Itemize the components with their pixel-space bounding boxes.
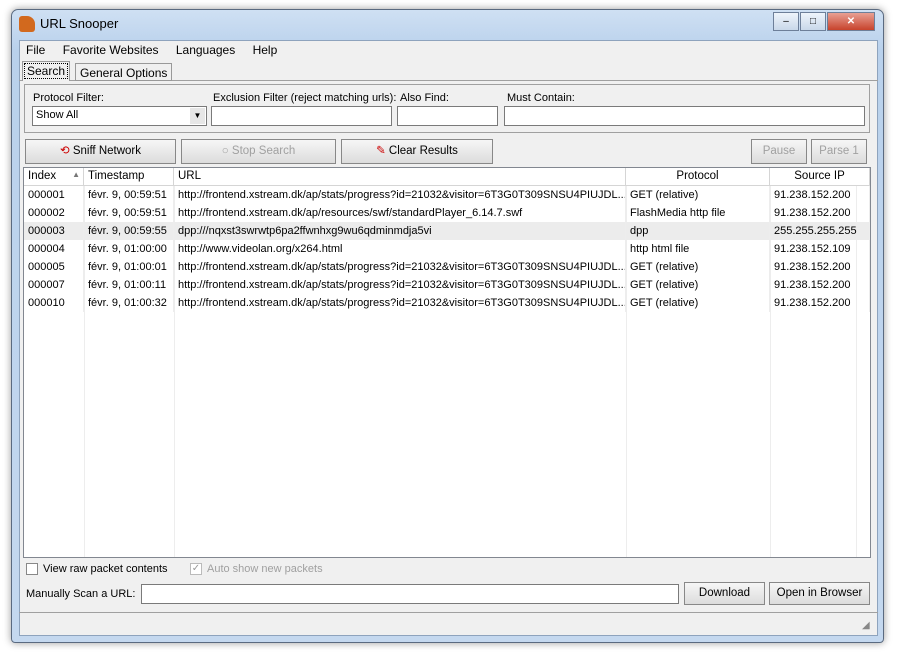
pause-button[interactable]: Pause — [751, 139, 807, 164]
cell-timestamp: févr. 9, 00:59:51 — [84, 186, 174, 204]
network-icon: ⟲ — [59, 145, 73, 157]
cell-index: 000007 — [24, 276, 84, 294]
cell-timestamp: févr. 9, 00:59:51 — [84, 204, 174, 222]
column-header-source-ip[interactable]: Source IP — [770, 168, 870, 186]
download-button[interactable]: Download — [684, 582, 765, 605]
eraser-icon: ✎ — [376, 145, 389, 157]
cell-protocol: GET (relative) — [626, 258, 770, 276]
table-row[interactable]: 000007 févr. 9, 01:00:11 http://frontend.x… — [24, 276, 870, 294]
cell-index: 000003 — [24, 222, 84, 240]
parse-button[interactable]: Parse 1 — [811, 139, 867, 164]
cell-source-ip: 91.238.152.109 — [770, 240, 870, 258]
cell-timestamp: févr. 9, 01:00:00 — [84, 240, 174, 258]
cell-url: http://frontend.xstream.dk/ap/stats/prog… — [174, 276, 626, 294]
resize-grip-icon[interactable]: ◢ — [862, 620, 870, 631]
menu-file[interactable]: File — [26, 43, 45, 57]
protocol-filter-select[interactable]: Show All ▼ — [32, 106, 207, 126]
exclusion-filter-label: Exclusion Filter (reject matching urls): — [213, 92, 397, 104]
must-contain-label: Must Contain: — [507, 92, 575, 104]
chevron-down-icon[interactable]: ▼ — [190, 108, 205, 124]
column-header-protocol[interactable]: Protocol — [626, 168, 770, 186]
must-contain-input[interactable] — [504, 106, 865, 126]
cell-protocol: http html file — [626, 240, 770, 258]
cell-protocol: GET (relative) — [626, 276, 770, 294]
cell-index: 000002 — [24, 204, 84, 222]
protocol-filter-value: Show All — [36, 109, 79, 121]
cell-url: http://frontend.xstream.dk/ap/stats/prog… — [174, 294, 626, 312]
cell-source-ip: 91.238.152.200 — [770, 276, 870, 294]
table-row[interactable]: 000004 févr. 9, 01:00:00 http://www.videol… — [24, 240, 870, 258]
auto-show-label: Auto show new packets — [207, 563, 323, 575]
cell-timestamp: févr. 9, 00:59:55 — [84, 222, 174, 240]
cell-protocol: GET (relative) — [626, 186, 770, 204]
status-bar — [19, 612, 878, 636]
view-raw-label: View raw packet contents — [43, 563, 168, 575]
open-in-browser-button[interactable]: Open in Browser — [769, 582, 870, 605]
menu-languages[interactable]: Languages — [176, 43, 235, 57]
cell-timestamp: févr. 9, 01:00:11 — [84, 276, 174, 294]
cell-protocol: dpp — [626, 222, 770, 240]
sniff-network-button[interactable]: ⟲ Sniff Network — [25, 139, 176, 164]
app-logo-icon — [19, 16, 35, 32]
cell-source-ip: 91.238.152.200 — [770, 204, 870, 222]
exclusion-filter-input[interactable] — [211, 106, 392, 126]
table-row[interactable]: 000010 févr. 9, 01:00:32 http://frontend.x… — [24, 294, 870, 312]
minimize-button[interactable]: – — [773, 12, 799, 31]
manual-scan-input[interactable] — [141, 584, 679, 604]
cell-protocol: FlashMedia http file — [626, 204, 770, 222]
cell-timestamp: févr. 9, 01:00:32 — [84, 294, 174, 312]
sort-ascending-icon: ▲ — [72, 170, 80, 179]
column-header-timestamp[interactable]: Timestamp — [84, 168, 174, 186]
window-title: URL Snooper — [40, 16, 119, 31]
stop-icon: ○ — [221, 145, 232, 157]
stop-search-button[interactable]: ○ Stop Search — [181, 139, 336, 164]
cell-protocol: GET (relative) — [626, 294, 770, 312]
cell-index: 000001 — [24, 186, 84, 204]
protocol-filter-label: Protocol Filter: — [33, 92, 104, 104]
tab-search[interactable]: Search — [22, 61, 71, 81]
table-row[interactable]: 000003 févr. 9, 00:59:55 dpp:///nqxst3swrw… — [24, 222, 870, 240]
maximize-button[interactable]: □ — [800, 12, 826, 31]
column-header-url[interactable]: URL — [174, 168, 626, 186]
cell-url: http://frontend.xstream.dk/ap/resources/… — [174, 204, 626, 222]
results-table: Index ▲ Timestamp URL Protocol Source IP … — [23, 167, 871, 558]
cell-source-ip: 91.238.152.200 — [770, 294, 870, 312]
cell-url: http://frontend.xstream.dk/ap/stats/prog… — [174, 186, 626, 204]
also-find-label: Also Find: — [400, 92, 449, 104]
close-button[interactable]: ✕ — [827, 12, 875, 31]
also-find-input[interactable] — [397, 106, 498, 126]
view-raw-checkbox[interactable] — [26, 563, 38, 575]
cell-timestamp: févr. 9, 01:00:01 — [84, 258, 174, 276]
table-row[interactable]: 000002 févr. 9, 00:59:51 http://frontend.x… — [24, 204, 870, 222]
table-row[interactable]: 000001 févr. 9, 00:59:51 http://frontend.x… — [24, 186, 870, 204]
cell-url: http://www.videolan.org/x264.html — [174, 240, 626, 258]
cell-url: http://frontend.xstream.dk/ap/stats/prog… — [174, 258, 626, 276]
cell-source-ip: 91.238.152.200 — [770, 258, 870, 276]
cell-index: 000004 — [24, 240, 84, 258]
auto-show-checkbox[interactable]: ✓ — [190, 563, 202, 575]
column-header-index[interactable]: Index ▲ — [24, 168, 84, 186]
table-row[interactable]: 000005 févr. 9, 01:00:01 http://frontend.x… — [24, 258, 870, 276]
cell-url: dpp:///nqxst3swrwtp6pa2ffwnhxg9wu6qdminm… — [174, 222, 626, 240]
tab-general-options[interactable]: General Options — [75, 63, 173, 81]
menu-bar: File Favorite Websites Languages Help — [26, 43, 291, 57]
menu-help[interactable]: Help — [253, 43, 278, 57]
cell-source-ip: 91.238.152.200 — [770, 186, 870, 204]
clear-results-button[interactable]: ✎ Clear Results — [341, 139, 493, 164]
menu-favorite-websites[interactable]: Favorite Websites — [63, 43, 159, 57]
cell-source-ip: 255.255.255.255 — [770, 222, 870, 240]
cell-index: 000005 — [24, 258, 84, 276]
manual-scan-label: Manually Scan a URL: — [26, 588, 136, 600]
cell-index: 000010 — [24, 294, 84, 312]
